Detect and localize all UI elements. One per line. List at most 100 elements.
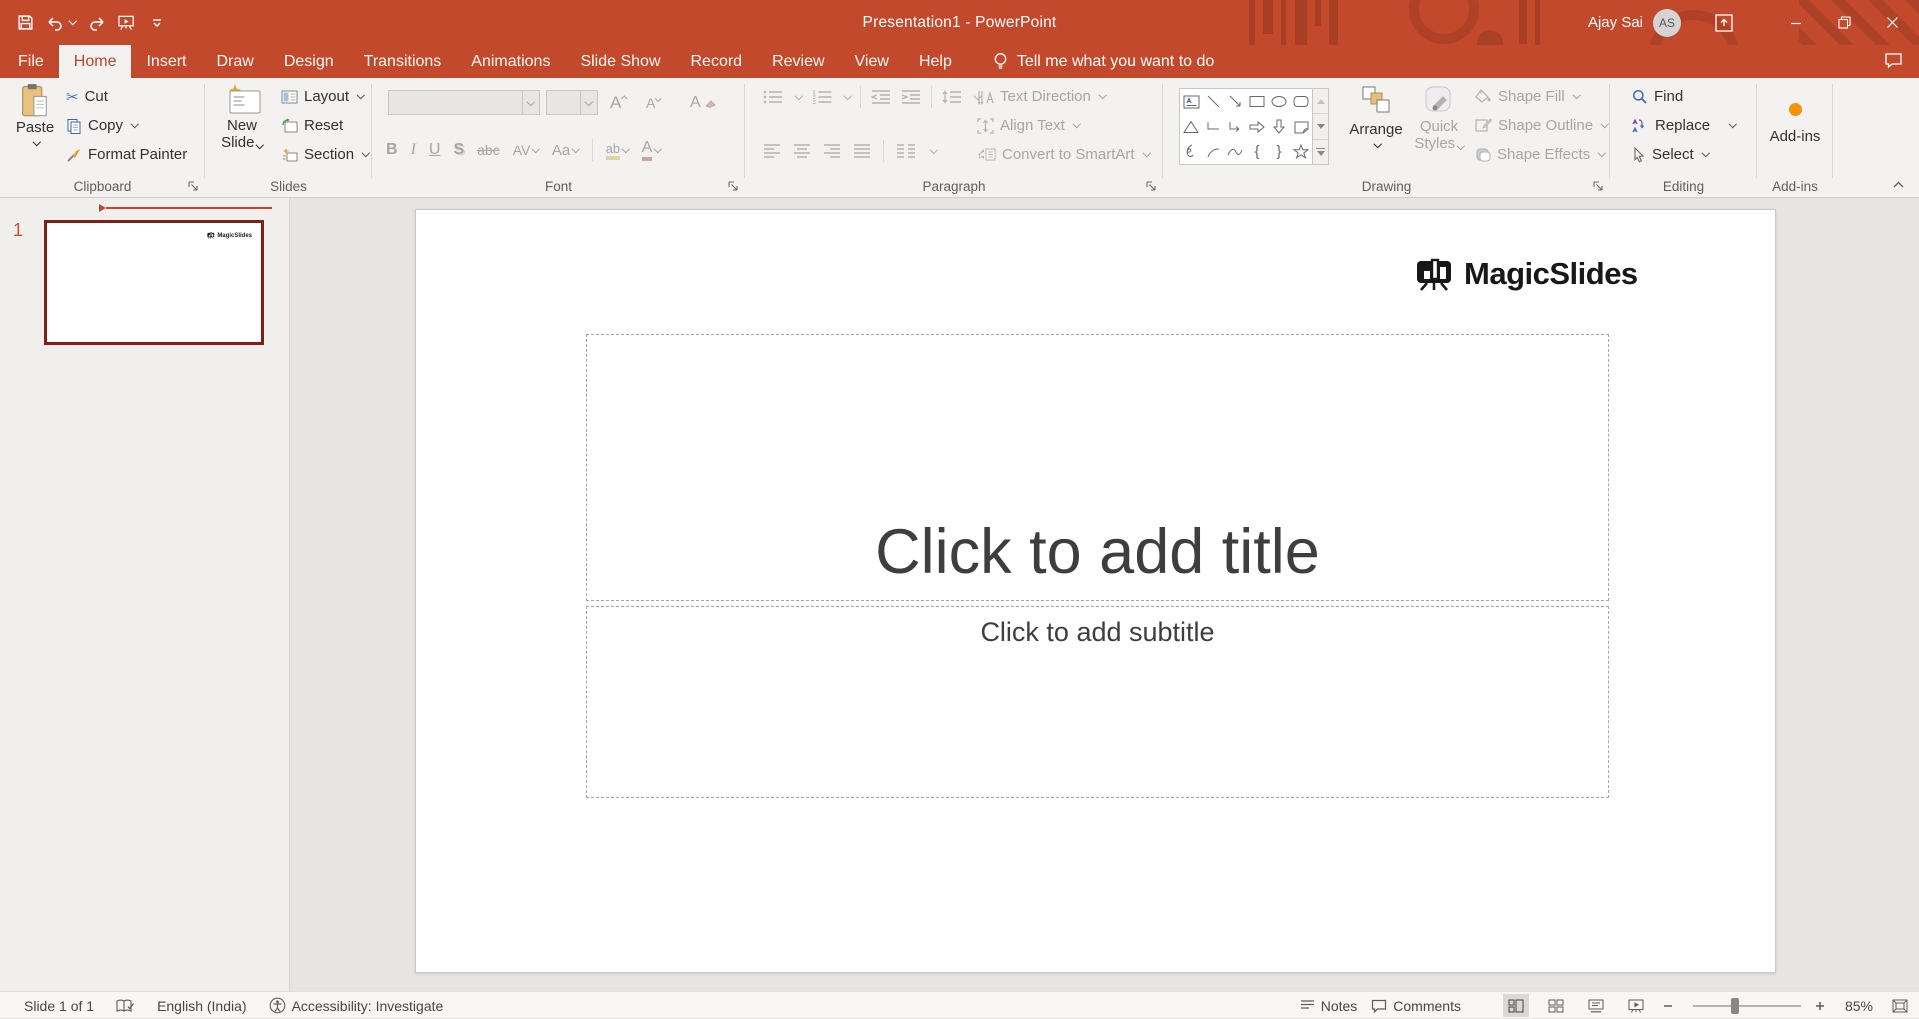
change-case-button[interactable]: Aa: [552, 142, 580, 159]
text-shadow-button[interactable]: S: [453, 141, 464, 159]
gallery-scroll-down-icon[interactable]: [1313, 113, 1328, 140]
slideshow-view-button[interactable]: [1623, 994, 1649, 1017]
quick-styles-button[interactable]: Quick Styles: [1411, 83, 1467, 152]
highlight-color-button[interactable]: ab: [605, 141, 630, 160]
font-dialog-launcher-icon[interactable]: [727, 180, 740, 193]
zoom-out-button[interactable]: [1663, 1001, 1679, 1011]
arrange-button[interactable]: Arrange: [1349, 83, 1403, 148]
shape-arc-icon[interactable]: [1202, 139, 1224, 164]
user-name[interactable]: Ajay Sai: [1588, 0, 1643, 45]
grow-font-button[interactable]: A: [610, 88, 628, 117]
shape-triangle-icon[interactable]: [1180, 114, 1202, 139]
new-slide-button[interactable]: New Slide: [213, 83, 271, 151]
tab-review[interactable]: Review: [757, 45, 839, 78]
tab-insert[interactable]: Insert: [131, 45, 201, 78]
paste-button[interactable]: Paste: [10, 83, 60, 146]
shape-rounded-rectangle-icon[interactable]: [1290, 89, 1312, 114]
copy-button[interactable]: Copy: [66, 111, 187, 140]
increase-indent-icon[interactable]: [901, 89, 921, 105]
tab-help[interactable]: Help: [904, 45, 967, 78]
spellcheck-icon[interactable]: [116, 998, 135, 1014]
zoom-in-button[interactable]: [1815, 1001, 1831, 1011]
replace-button[interactable]: Replace: [1632, 111, 1737, 140]
slide-surface[interactable]: MagicSlides Click to add title Click to …: [415, 209, 1776, 973]
shapes-gallery-scrollbar[interactable]: [1312, 89, 1328, 164]
zoom-slider[interactable]: [1692, 997, 1801, 1014]
shape-right-arrow-icon[interactable]: [1246, 114, 1268, 139]
shape-effects-button[interactable]: Shape Effects: [1475, 140, 1608, 169]
align-left-icon[interactable]: [763, 144, 781, 158]
normal-view-button[interactable]: [1502, 994, 1529, 1017]
character-spacing-button[interactable]: AV: [513, 142, 540, 158]
font-color-button[interactable]: A: [641, 139, 662, 161]
restore-button[interactable]: [1821, 0, 1867, 45]
shape-rectangle-icon[interactable]: [1246, 89, 1268, 114]
shape-folded-corner-icon[interactable]: [1290, 114, 1312, 139]
ribbon-display-options-icon[interactable]: [1713, 12, 1735, 34]
tab-record[interactable]: Record: [676, 45, 758, 78]
shape-right-brace-icon[interactable]: }: [1268, 139, 1290, 164]
tab-home[interactable]: Home: [58, 45, 132, 78]
shape-star-icon[interactable]: [1290, 139, 1312, 164]
reset-button[interactable]: Reset: [281, 111, 369, 140]
tab-draw[interactable]: Draw: [201, 45, 268, 78]
comments-bubble-icon[interactable]: [1884, 52, 1903, 69]
title-placeholder[interactable]: Click to add title: [586, 334, 1609, 601]
tab-transitions[interactable]: Transitions: [349, 45, 457, 78]
slide-indicator[interactable]: Slide 1 of 1: [24, 998, 94, 1014]
select-button[interactable]: Select: [1632, 140, 1736, 169]
strikethrough-button[interactable]: abc: [477, 142, 500, 158]
drawing-dialog-launcher-icon[interactable]: [1592, 180, 1605, 193]
italic-button[interactable]: I: [411, 141, 416, 159]
line-spacing-icon[interactable]: [942, 89, 962, 105]
subtitle-placeholder[interactable]: Click to add subtitle: [586, 606, 1609, 798]
justify-icon[interactable]: [853, 144, 871, 158]
tell-me-search[interactable]: Tell me what you want to do: [993, 45, 1214, 78]
minimize-button[interactable]: [1773, 0, 1819, 45]
shape-elbow-connector-icon[interactable]: [1202, 114, 1224, 139]
shape-scribble-icon[interactable]: [1180, 139, 1202, 164]
close-button[interactable]: [1869, 0, 1915, 45]
shape-outline-button[interactable]: Shape Outline: [1475, 111, 1609, 140]
columns-icon[interactable]: [896, 144, 916, 158]
gallery-more-icon[interactable]: [1313, 140, 1328, 164]
decrease-indent-icon[interactable]: [871, 89, 891, 105]
clipboard-dialog-launcher-icon[interactable]: [187, 180, 200, 193]
convert-to-smartart-button[interactable]: Convert to SmartArt: [977, 140, 1151, 169]
shape-oval-icon[interactable]: [1268, 89, 1290, 114]
comments-button[interactable]: Comments: [1371, 998, 1461, 1014]
slide-sorter-view-button[interactable]: [1543, 994, 1569, 1017]
zoom-slider-handle[interactable]: [1730, 997, 1739, 1014]
bullets-icon[interactable]: [763, 89, 783, 105]
bold-button[interactable]: B: [386, 141, 398, 159]
notes-button[interactable]: Notes: [1300, 998, 1357, 1014]
underline-button[interactable]: U: [429, 141, 441, 159]
paragraph-dialog-launcher-icon[interactable]: [1145, 180, 1158, 193]
align-right-icon[interactable]: [823, 144, 841, 158]
text-direction-button[interactable]: Text Direction: [977, 82, 1149, 111]
language-indicator[interactable]: English (India): [157, 998, 247, 1014]
tab-file[interactable]: File: [0, 45, 59, 78]
shape-text-box-icon[interactable]: [1180, 89, 1202, 114]
layout-button[interactable]: Layout: [281, 82, 369, 111]
font-name-combobox[interactable]: [388, 90, 540, 115]
tab-view[interactable]: View: [840, 45, 904, 78]
format-painter-button[interactable]: Format Painter: [66, 140, 187, 169]
shape-left-brace-icon[interactable]: {: [1246, 139, 1268, 164]
section-button[interactable]: Section: [281, 140, 370, 169]
cut-button[interactable]: ✂ Cut: [66, 82, 187, 111]
font-size-combobox[interactable]: [546, 90, 598, 115]
reading-view-button[interactable]: [1583, 994, 1609, 1017]
collapse-ribbon-icon[interactable]: [1889, 177, 1907, 191]
shape-fill-button[interactable]: Shape Fill: [1475, 82, 1608, 111]
align-text-button[interactable]: Align Text: [977, 111, 1149, 140]
shape-line-icon[interactable]: [1202, 89, 1224, 114]
shape-elbow-arrow-connector-icon[interactable]: [1224, 114, 1246, 139]
slide-thumbnail-1[interactable]: MagicSlides: [44, 220, 264, 345]
fit-slide-to-window-icon[interactable]: [1887, 994, 1913, 1017]
tab-animations[interactable]: Animations: [456, 45, 565, 78]
tab-slide-show[interactable]: Slide Show: [565, 45, 675, 78]
shape-down-arrow-icon[interactable]: [1268, 114, 1290, 139]
align-center-icon[interactable]: [793, 144, 811, 158]
accessibility-status[interactable]: Accessibility: Investigate: [269, 997, 443, 1014]
